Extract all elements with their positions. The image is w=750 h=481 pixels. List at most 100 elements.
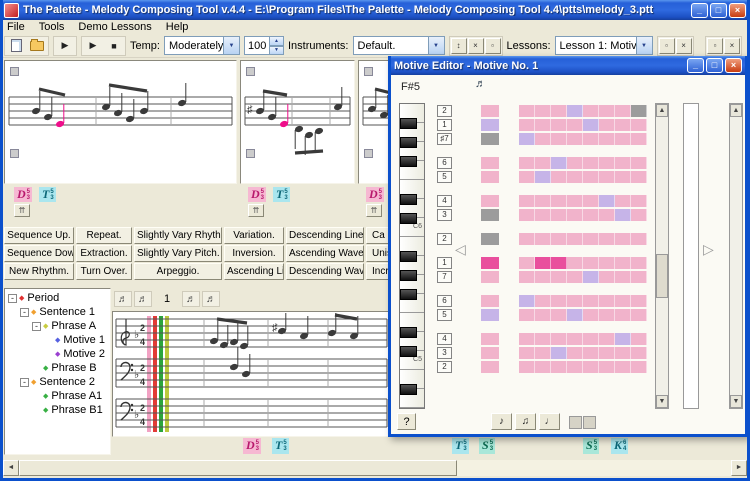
grid-cell[interactable]	[567, 209, 583, 221]
grid-cell[interactable]	[567, 361, 583, 373]
grid-cell[interactable]	[567, 257, 583, 269]
play-button[interactable]: ▶	[55, 38, 75, 54]
scroll-down-icon[interactable]: ▼	[656, 395, 668, 408]
transform-turn-over[interactable]: Turn Over.	[76, 263, 132, 280]
bottom-badge-d53[interactable]: D53	[243, 438, 261, 454]
grid-cell[interactable]	[615, 257, 631, 269]
grid-left-cell[interactable]	[481, 361, 499, 373]
grid-cell[interactable]	[615, 209, 631, 221]
lessons-dropdown[interactable]: Lesson 1: Motive. ▼	[555, 36, 653, 55]
tree-item-phrase-b1[interactable]: ◆Phrase B1	[5, 403, 110, 417]
grid-cell[interactable]	[599, 333, 615, 345]
grid-cell[interactable]	[631, 333, 647, 345]
grid-left-cell[interactable]	[481, 171, 499, 183]
grid-cell[interactable]	[631, 271, 647, 283]
tree-item-motive-2[interactable]: ◆Motive 2	[5, 347, 110, 361]
note-duration-icon-1[interactable]: ♬	[134, 291, 152, 307]
grid-cell[interactable]	[519, 271, 535, 283]
grid-cell[interactable]	[551, 209, 567, 221]
grid-left-cell[interactable]	[481, 209, 499, 221]
grid-cell[interactable]	[535, 361, 551, 373]
grid-cell[interactable]	[631, 257, 647, 269]
grid-cell[interactable]	[615, 105, 631, 117]
grid-cell[interactable]	[551, 171, 567, 183]
tiny-button-2[interactable]	[583, 416, 596, 429]
grid-cell[interactable]	[551, 361, 567, 373]
grid-cell[interactable]	[615, 361, 631, 373]
grid-cell[interactable]	[567, 233, 583, 245]
grid-cell[interactable]	[583, 171, 599, 183]
grid-cell[interactable]	[615, 195, 631, 207]
piano-black-key[interactable]	[400, 118, 417, 129]
grid-cell[interactable]	[567, 133, 583, 145]
scroll-up-icon[interactable]: ▲	[730, 104, 742, 117]
menu-item-demo-lessons[interactable]: Demo Lessons	[71, 20, 158, 34]
grid-cell[interactable]	[519, 295, 535, 307]
menu-item-tools[interactable]: Tools	[32, 20, 72, 34]
piano-black-key[interactable]	[400, 327, 417, 338]
tree-item-sentence-2[interactable]: -◆Sentence 2	[5, 375, 110, 389]
grid-cell[interactable]	[599, 195, 615, 207]
note-duration-icon-0[interactable]: ♬	[114, 291, 132, 307]
scroll-right-icon[interactable]: ►	[731, 460, 747, 476]
tiny-button-1[interactable]	[569, 416, 582, 429]
scrollbar-thumb[interactable]	[19, 460, 457, 476]
transform-repeat[interactable]: Repeat.	[76, 227, 132, 244]
piano-black-key[interactable]	[400, 156, 417, 167]
grid-cell[interactable]	[599, 119, 615, 131]
grid-cell[interactable]	[535, 133, 551, 145]
grid-cell[interactable]	[583, 309, 599, 321]
panel1-badge-t53[interactable]: T53	[39, 187, 56, 202]
grid-cell[interactable]	[551, 295, 567, 307]
dialog-close-button[interactable]: ×	[725, 58, 742, 73]
chevron-down-icon[interactable]: ▼	[636, 37, 652, 54]
grid-cell[interactable]	[567, 295, 583, 307]
toolbar-extra-1-button-2[interactable]: ▫	[485, 38, 501, 54]
grid-cell[interactable]	[535, 157, 551, 169]
grid-cell[interactable]	[551, 347, 567, 359]
spin-up-icon[interactable]: ▲	[270, 36, 284, 46]
grid-cell[interactable]	[519, 209, 535, 221]
toolbar-extra-3-button-1[interactable]: ×	[724, 38, 740, 54]
transform-new-rhythm[interactable]: New Rhythm.	[4, 263, 74, 280]
grid-cell[interactable]	[519, 105, 535, 117]
grid-cell[interactable]	[551, 257, 567, 269]
grid-cell[interactable]	[631, 309, 647, 321]
grid-left-cell[interactable]	[481, 271, 499, 283]
grid-cell[interactable]	[599, 309, 615, 321]
grid-cell[interactable]	[615, 233, 631, 245]
grid-left-cell[interactable]	[481, 233, 499, 245]
grid-cell[interactable]	[519, 309, 535, 321]
bottom-badge-s53[interactable]: S53	[583, 438, 599, 454]
grid-cell[interactable]	[583, 295, 599, 307]
piano-black-key[interactable]	[400, 137, 417, 148]
right-scrollbar[interactable]: ▲ ▼	[729, 103, 743, 409]
instruments-dropdown[interactable]: Default. ▼	[353, 36, 445, 55]
panel2-badge-d53[interactable]: D53	[248, 187, 266, 202]
grid-cell[interactable]	[519, 171, 535, 183]
grid-cell[interactable]	[631, 233, 647, 245]
grid-cell[interactable]	[615, 333, 631, 345]
tree-expander-icon[interactable]: -	[20, 308, 29, 317]
panel2-badge-t53[interactable]: T53	[273, 187, 290, 202]
grid-scrollbar[interactable]: ▲ ▼	[655, 103, 669, 409]
grid-cell[interactable]	[631, 105, 647, 117]
transform-sequence-up[interactable]: Sequence Up.	[4, 227, 74, 244]
dialog-titlebar[interactable]: Motive Editor - Motive No. 1 _ □ ×	[391, 56, 745, 75]
grid-cell[interactable]	[615, 309, 631, 321]
dialog-maximize-button[interactable]: □	[706, 58, 723, 73]
transform-ascending-wave[interactable]: Ascending Wave.	[286, 245, 364, 262]
grid-cell[interactable]	[551, 309, 567, 321]
toolbar-extra-1-button-1[interactable]: ×	[468, 38, 484, 54]
transform-sequence-down[interactable]: Sequence Down.	[4, 245, 74, 262]
tree-item-phrase-a[interactable]: -◆Phrase A	[5, 319, 110, 333]
grid-cell[interactable]	[599, 133, 615, 145]
transform-inversion[interactable]: Inversion.	[224, 245, 284, 262]
grid-cell[interactable]	[631, 119, 647, 131]
transform-variation[interactable]: Variation.	[224, 227, 284, 244]
grid-cell[interactable]	[519, 195, 535, 207]
grid-left-cell[interactable]	[481, 347, 499, 359]
cadence-button-3[interactable]: ⇈	[366, 204, 382, 217]
scroll-down-icon[interactable]: ▼	[730, 395, 742, 408]
grid-left-cell[interactable]	[481, 309, 499, 321]
